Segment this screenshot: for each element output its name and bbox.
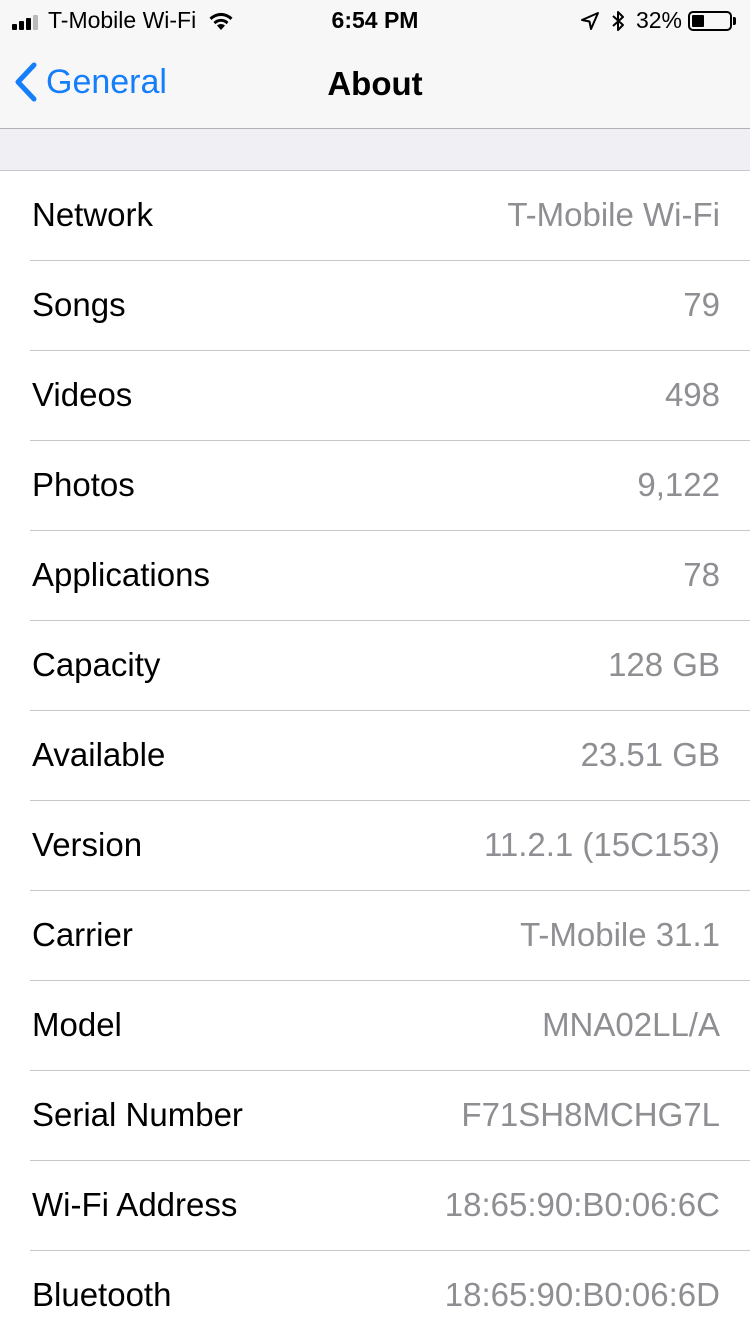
row-label: Videos [32, 376, 133, 413]
row-value: F71SH8MCHG7L [461, 1096, 720, 1133]
section-spacer [0, 129, 750, 171]
row-label: Bluetooth [32, 1276, 172, 1313]
list-item: Version 11.2.1 (15C153) [30, 801, 750, 891]
page-title: About [327, 65, 423, 102]
row-label: Network [32, 196, 154, 233]
row-label: Version [32, 826, 143, 863]
row-value: 9,122 [637, 466, 720, 503]
row-label: Model [32, 1006, 122, 1043]
row-label: Serial Number [32, 1096, 243, 1133]
row-value: T-Mobile Wi-Fi [507, 196, 720, 233]
list-item: Songs 79 [30, 261, 750, 351]
list-item: Network T-Mobile Wi-Fi [30, 171, 750, 261]
status-bar: T-Mobile Wi-Fi 6:54 PM 32% [0, 0, 750, 40]
battery-fill [692, 14, 704, 27]
status-bar-right: 32% [570, 7, 736, 34]
bluetooth-icon [610, 9, 626, 33]
list-item: Photos 9,122 [30, 441, 750, 531]
row-label: Capacity [32, 646, 161, 683]
row-label: Applications [32, 556, 210, 593]
row-value: 79 [683, 286, 720, 323]
list-item: Serial Number F71SH8MCHG7L [30, 1071, 750, 1161]
row-value: T-Mobile 31.1 [520, 916, 720, 953]
row-label: Photos [32, 466, 135, 503]
battery-percent: 32% [635, 7, 682, 33]
row-value: 498 [664, 376, 720, 413]
list-item: Carrier T-Mobile 31.1 [30, 891, 750, 981]
row-value: 18:65:90:B0:06:6C [444, 1186, 720, 1223]
battery-cap [733, 16, 736, 25]
row-label: Carrier [32, 916, 133, 953]
about-list: Network T-Mobile Wi-Fi Songs 79 Videos 498 Pho… [0, 171, 750, 1341]
list-item: Wi-Fi Address 18:65:90:B0:06:6C [30, 1161, 750, 1251]
list-item: Available 23.51 GB [30, 711, 750, 801]
row-value: 18:65:90:B0:06:6D [444, 1276, 720, 1313]
row-value: 78 [683, 556, 720, 593]
battery-icon [688, 10, 732, 31]
row-label: Wi-Fi Address [32, 1186, 238, 1223]
row-value: 23.51 GB [580, 736, 720, 773]
list-item: Capacity 128 GB [30, 621, 750, 711]
list-item: Bluetooth 18:65:90:B0:06:6D [30, 1251, 750, 1341]
location-arrow-icon [580, 11, 600, 31]
list-item: Model MNA02LL/A [30, 981, 750, 1071]
list-item: Videos 498 [30, 351, 750, 441]
row-value: 11.2.1 (15C153) [483, 826, 720, 863]
row-label: Songs [32, 286, 126, 323]
navigation-bar: General About [0, 40, 750, 129]
list-item: Applications 78 [30, 531, 750, 621]
row-label: Available [32, 736, 166, 773]
row-value: MNA02LL/A [542, 1006, 720, 1043]
row-value: 128 GB [608, 646, 720, 683]
